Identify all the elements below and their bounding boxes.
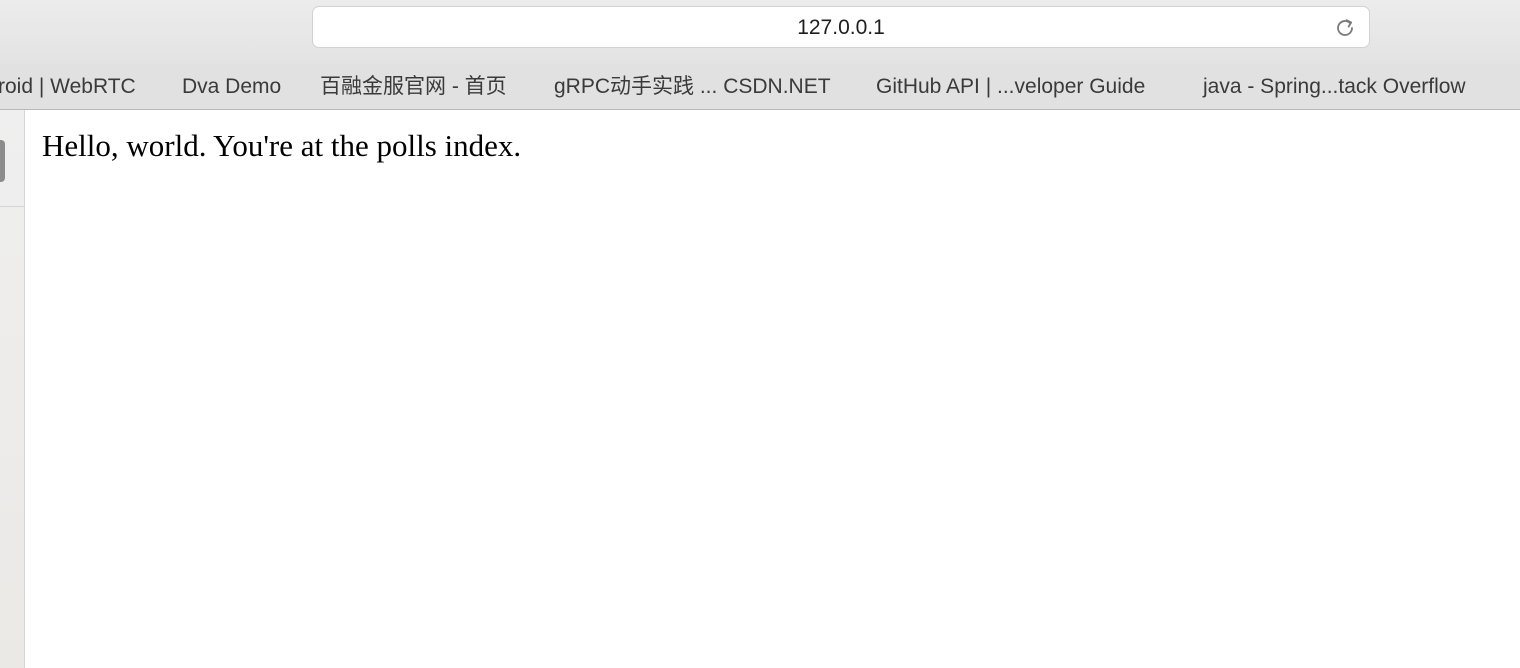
page-content: Hello, world. You're at the polls index. xyxy=(26,110,1520,668)
sidebar-divider xyxy=(0,206,24,207)
browser-toolbar: 127.0.0.1 xyxy=(0,0,1520,64)
bookmark-dva-demo[interactable]: Dva Demo xyxy=(182,64,281,109)
address-bar[interactable]: 127.0.0.1 xyxy=(312,6,1370,48)
address-url[interactable]: 127.0.0.1 xyxy=(313,7,1369,49)
bookmark-bairong[interactable]: 百融金服官网 - 首页 xyxy=(320,64,507,109)
bookmark-github-api[interactable]: GitHub API | ...veloper Guide xyxy=(876,64,1145,109)
page-body-text: Hello, world. You're at the polls index. xyxy=(42,128,522,163)
bookmark-webrtc[interactable]: roid | WebRTC xyxy=(0,64,136,109)
bookmark-grpc-csdn[interactable]: gRPC动手实践 ... CSDN.NET xyxy=(554,64,831,109)
sidebar-tab[interactable] xyxy=(0,140,5,182)
reload-icon[interactable] xyxy=(1333,16,1357,40)
sidebar xyxy=(0,110,25,668)
bookmarks-bar: roid | WebRTC Dva Demo 百融金服官网 - 首页 gRPC动… xyxy=(0,64,1520,110)
bookmark-stack-overflow[interactable]: java - Spring...tack Overflow xyxy=(1203,64,1466,109)
